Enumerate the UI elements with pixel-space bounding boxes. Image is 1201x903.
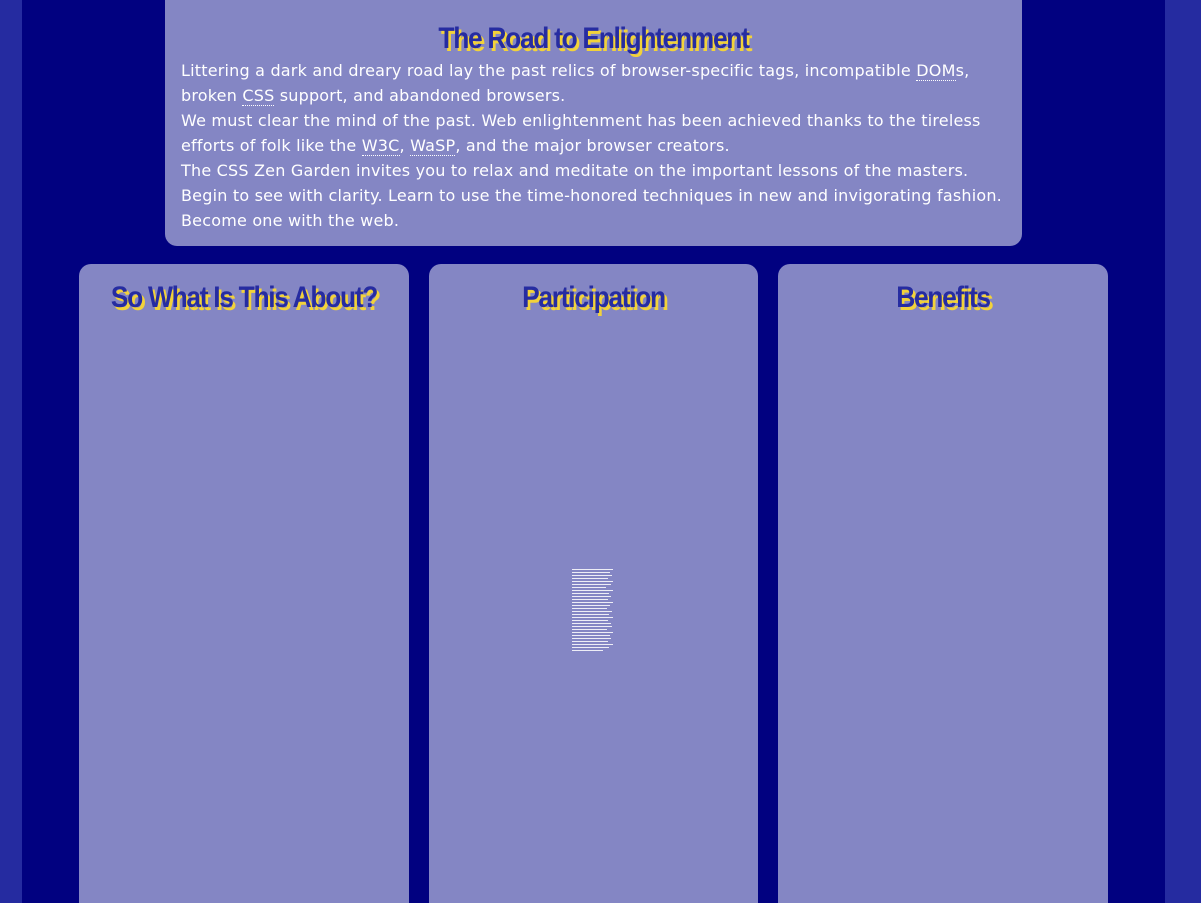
wasp-abbr: WaSP [410,136,456,156]
tiny-text-line [572,584,611,585]
tiny-text-line [572,644,613,645]
participation-heading: Participation [522,281,666,314]
tiny-text-line [572,620,609,621]
tiny-text-line [572,590,613,591]
intro-p1-text-c: support, and abandoned browsers. [274,86,566,105]
tiny-text-line [572,593,609,594]
dom-abbr: DOM [916,61,956,81]
column-participation: Participation [429,264,758,903]
tiny-text-line [572,647,609,648]
tiny-text-line [572,569,613,570]
tiny-text-line [572,626,612,627]
intro-panel: The Road to Enlightenment Littering a da… [165,0,1022,246]
tiny-text-line [572,635,610,636]
w3c-abbr: W3C [361,136,400,156]
tiny-text-line [572,596,612,597]
intro-paragraph-1: Littering a dark and dreary road lay the… [181,58,1006,108]
tiny-text-line [572,650,604,651]
column-benefits: Benefits [778,264,1108,903]
page-container: The Road to Enlightenment Littering a da… [22,0,1165,903]
tiny-text-line [572,611,613,612]
tiny-text-line [572,638,611,639]
tiny-text-line [572,581,613,582]
tiny-text-line [572,641,609,642]
tiny-text-line [572,572,610,573]
tiny-text-line [572,629,608,630]
tiny-text-line [572,605,611,606]
intro-heading: The Road to Enlightenment [438,22,750,55]
tiny-text-line [572,575,612,576]
intro-paragraph-2: We must clear the mind of the past. Web … [181,108,1006,158]
intro-p1-text-a: Littering a dark and dreary road lay the… [181,61,917,80]
tiny-text-line [572,632,613,633]
tiny-text-line [572,617,613,618]
participation-tiny-text [572,569,613,655]
intro-p2-text-b: , and the major browser creators. [455,136,730,155]
intro-paragraph-3: The CSS Zen Garden invites you to relax … [181,161,1002,230]
tiny-text-line [572,578,609,579]
tiny-text-line [572,602,613,603]
tiny-text-line [572,614,610,615]
tiny-text-line [572,608,607,609]
about-heading: So What Is This About? [110,281,379,314]
intro-p2-separator: , [399,136,411,155]
tiny-text-line [572,623,611,624]
css-abbr: CSS [242,86,275,106]
benefits-heading: Benefits [896,281,991,314]
intro-text: Littering a dark and dreary road lay the… [181,58,1006,233]
column-about: So What Is This About? [79,264,409,903]
tiny-text-line [572,599,608,600]
tiny-text-line [572,587,607,588]
